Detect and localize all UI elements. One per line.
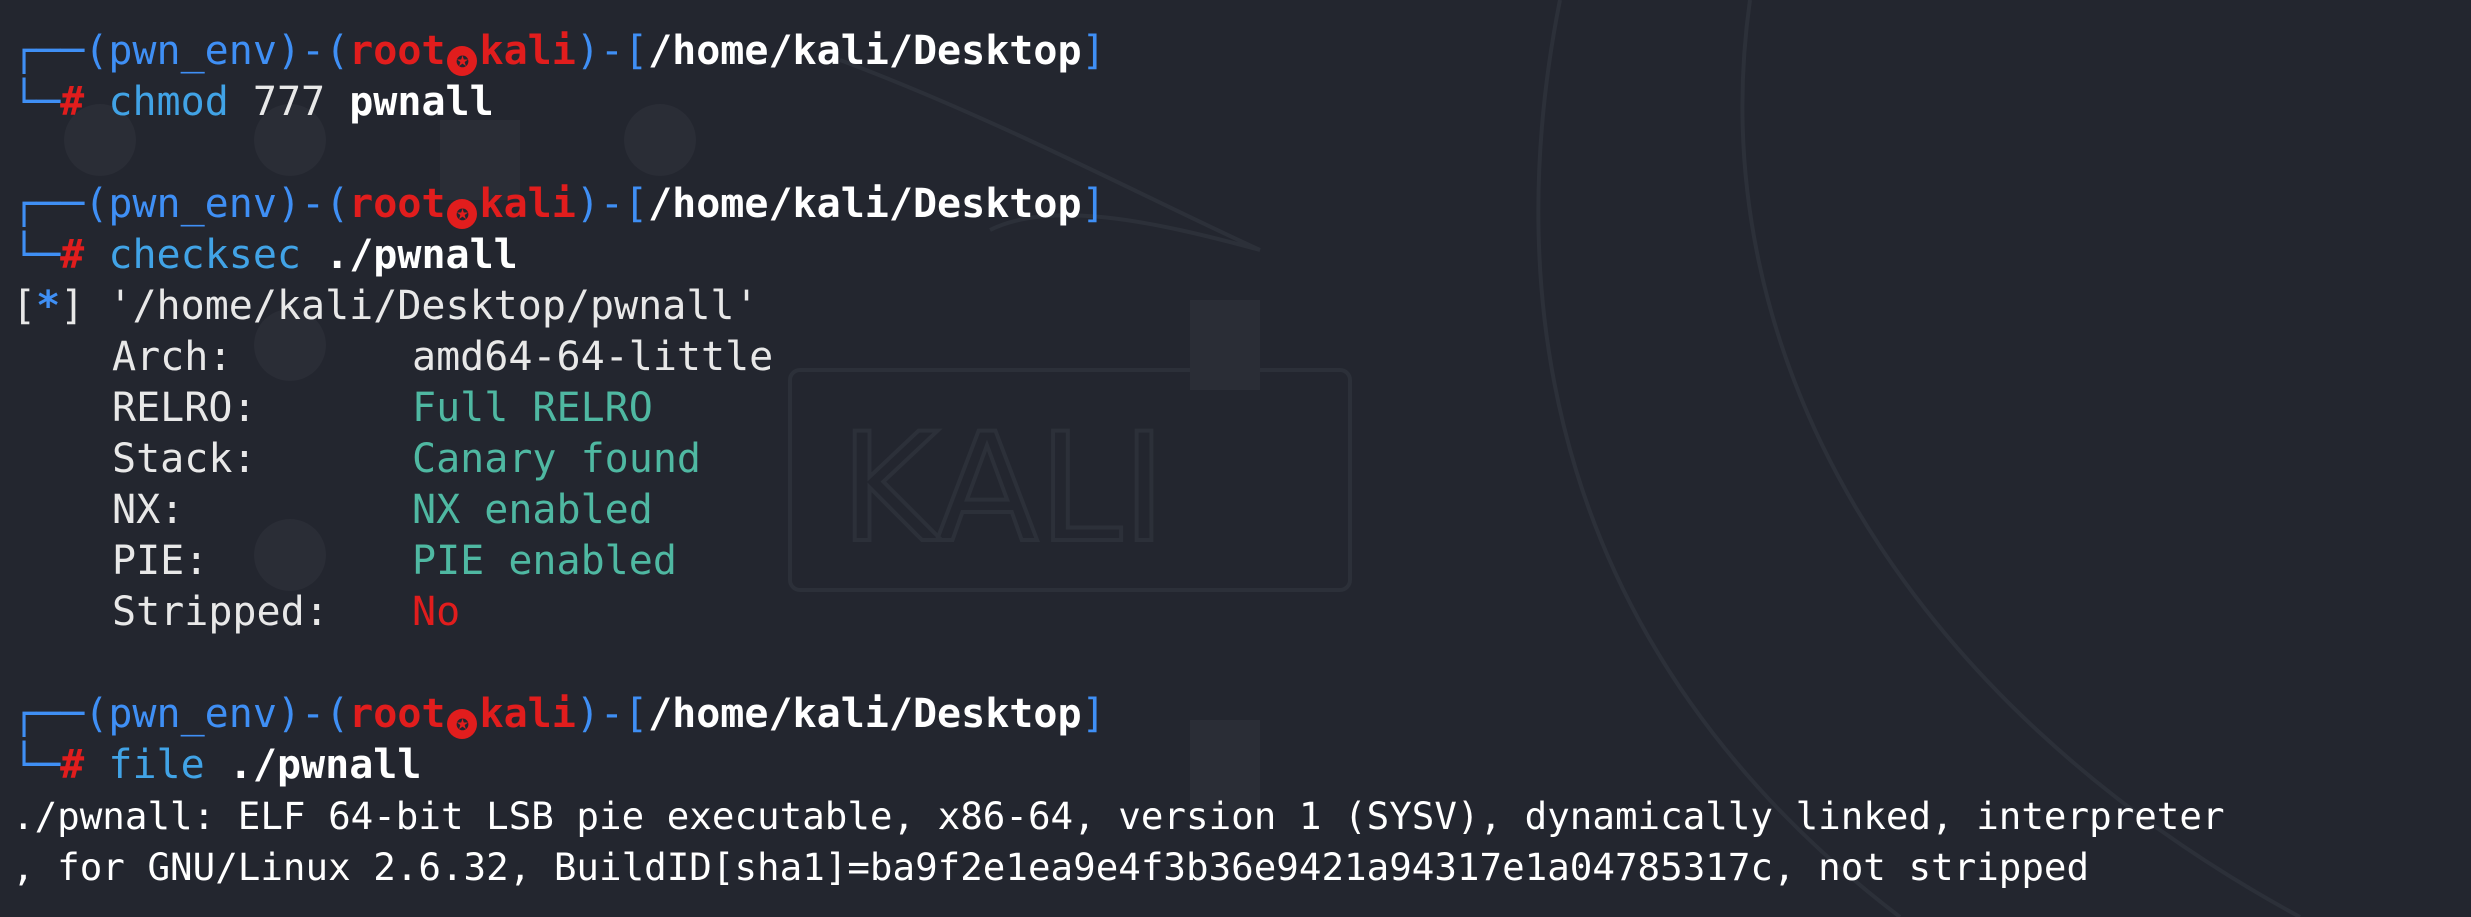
command-name: chmod bbox=[108, 79, 229, 125]
prompt-env: pwn_env bbox=[108, 691, 277, 737]
command-name: file bbox=[108, 742, 205, 788]
checksec-row-stripped: Stripped: No bbox=[112, 587, 460, 638]
checksec-row-arch: Arch: amd64-64-little bbox=[112, 332, 773, 383]
command-target: pwnall bbox=[349, 79, 494, 125]
checksec-row-stack: Stack: Canary found bbox=[112, 434, 701, 485]
command-line-1: └─# chmod 777 pwnall bbox=[12, 79, 494, 125]
svg-text:KALI: KALI bbox=[840, 402, 1166, 576]
command-target: ./pwnall bbox=[228, 742, 422, 788]
checksec-value: Canary found bbox=[412, 436, 701, 482]
kali-skull-icon: ✪ bbox=[447, 709, 478, 739]
kali-skull-icon: ✪ bbox=[447, 46, 478, 76]
prompt-user: root bbox=[349, 181, 446, 227]
checksec-value: amd64-64-little bbox=[412, 334, 774, 380]
prompt-env: pwn_env bbox=[108, 28, 277, 74]
info-marker: * bbox=[36, 283, 61, 329]
command-line-3: └─# file ./pwnall bbox=[12, 742, 422, 788]
checksec-key: NX: bbox=[112, 487, 185, 533]
checksec-value: Full RELRO bbox=[412, 385, 653, 431]
checksec-row-pie: PIE: PIE enabled bbox=[112, 536, 677, 587]
file-output-line-1: ./pwnall: ELF 64-bit LSB pie executable,… bbox=[12, 794, 2225, 838]
checksec-value: PIE enabled bbox=[412, 538, 677, 584]
prompt-symbol: # bbox=[60, 742, 85, 788]
prompt-host: kali bbox=[479, 691, 576, 737]
checksec-key: PIE: bbox=[112, 538, 209, 584]
checksec-row-relro: RELRO: Full RELRO bbox=[112, 383, 653, 434]
prompt-path: /home/kali/Desktop bbox=[648, 28, 1082, 74]
checksec-value: No bbox=[412, 589, 461, 635]
command-line-2: └─# checksec ./pwnall bbox=[12, 232, 518, 278]
checksec-header: [*] '/home/kali/Desktop/pwnall' bbox=[12, 283, 759, 329]
prompt-user: root bbox=[349, 691, 446, 737]
checksec-value: NX enabled bbox=[412, 487, 653, 533]
file-output-line-2: , for GNU/Linux 2.6.32, BuildID[sha1]=ba… bbox=[12, 845, 2090, 889]
checksec-key: Stripped: bbox=[112, 589, 329, 635]
checksec-key: Stack: bbox=[112, 436, 257, 482]
checksec-row-nx: NX: NX enabled bbox=[112, 485, 653, 536]
prompt-user: root bbox=[349, 28, 446, 74]
prompt-symbol: # bbox=[60, 79, 85, 125]
prompt-line-1: ┌──(pwn_env)-(root ✪ kali)-[/home/kali/Des… bbox=[12, 28, 1106, 76]
prompt-path: /home/kali/Desktop bbox=[648, 691, 1082, 737]
prompt-host: kali bbox=[479, 28, 576, 74]
command-target: ./pwnall bbox=[325, 232, 518, 278]
prompt-symbol: # bbox=[60, 232, 85, 278]
command-args: 777 bbox=[252, 79, 326, 125]
prompt-line-2: ┌──(pwn_env)-(root ✪ kali)-[/home/kali/Des… bbox=[12, 181, 1106, 229]
prompt-host: kali bbox=[479, 181, 576, 227]
prompt-env: pwn_env bbox=[108, 181, 277, 227]
command-name: checksec bbox=[108, 232, 302, 278]
kali-skull-icon: ✪ bbox=[447, 199, 478, 229]
prompt-line-3: ┌──(pwn_env)-(root ✪ kali)-[/home/kali/Des… bbox=[12, 691, 1106, 739]
terminal-window[interactable]: KALI ┌──(pwn_env)-(root ✪ kali)-[/home/kal… bbox=[0, 0, 2471, 917]
checksec-key: RELRO: bbox=[112, 385, 257, 431]
prompt-path: /home/kali/Desktop bbox=[648, 181, 1082, 227]
checksec-key: Arch: bbox=[112, 334, 233, 380]
checksec-target: '/home/kali/Desktop/pwnall' bbox=[108, 283, 759, 329]
